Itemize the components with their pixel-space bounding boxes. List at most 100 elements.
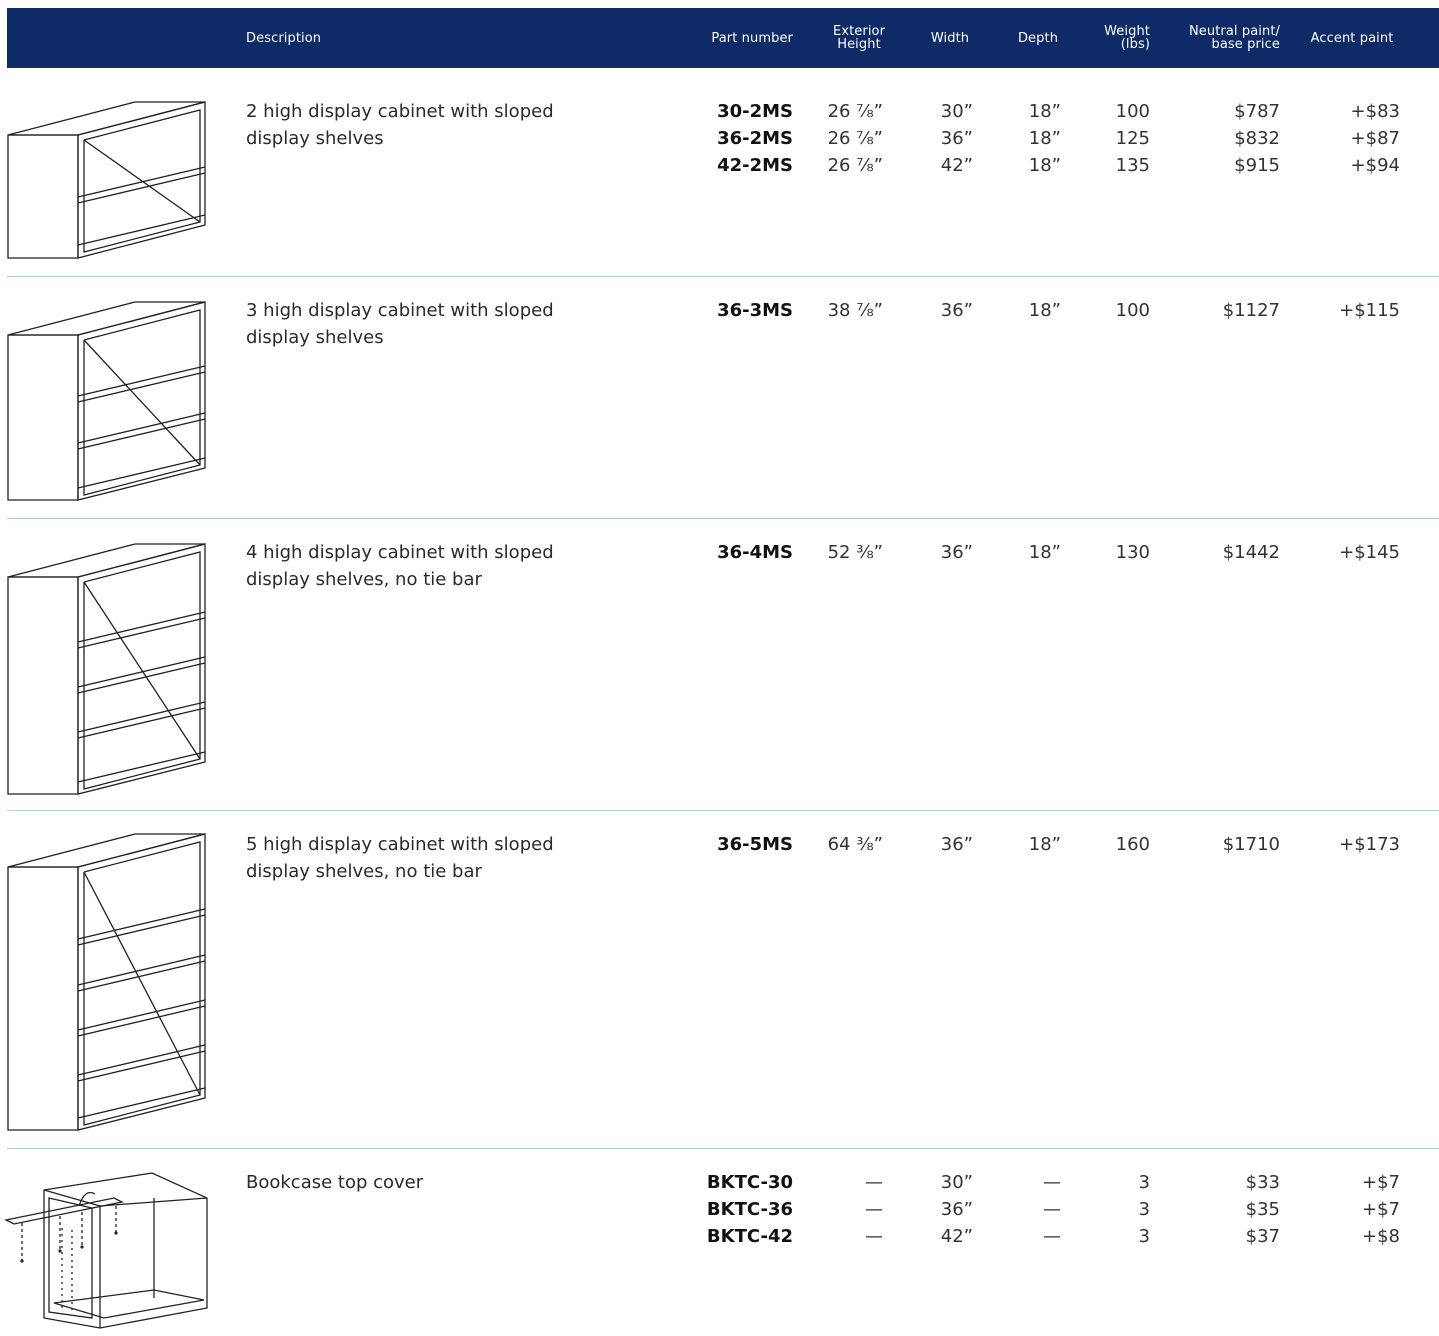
weight-value: 160 [1115, 834, 1150, 855]
row-divider [7, 276, 1439, 277]
accent-value: +$8 [1362, 1226, 1400, 1247]
depths: — — — [981, 1169, 1061, 1250]
accent-value: +$115 [1339, 300, 1400, 321]
width-value: 30” [940, 1172, 973, 1193]
part-number: BKTC-30 [706, 1172, 793, 1193]
header-depth: Depth [1017, 30, 1059, 46]
weight-value: 100 [1115, 300, 1150, 321]
height-value: 52 ⅜” [827, 542, 883, 563]
width-value: 36” [940, 542, 973, 563]
depths: 18” 18” 18” [981, 98, 1061, 179]
header-width: Width [930, 30, 970, 46]
prices: $33 $35 $37 [1160, 1169, 1280, 1250]
depth-value: 18” [1028, 834, 1061, 855]
widths: 30” 36” 42” [893, 98, 973, 179]
width-value: 36” [940, 300, 973, 321]
weight-value: 135 [1115, 155, 1150, 176]
weights: 100 125 135 [1070, 98, 1150, 179]
weight-value: 130 [1115, 542, 1150, 563]
accent-value: +$173 [1339, 834, 1400, 855]
part-number: 30-2MS [717, 101, 793, 122]
accent-value: +$7 [1362, 1199, 1400, 1220]
depth-value: — [1043, 1226, 1061, 1247]
accents: +$7 +$7 +$8 [1300, 1169, 1400, 1250]
header-exterior-height: Exterior Height [832, 24, 886, 52]
depths: 18” [981, 831, 1061, 858]
price-value: $33 [1245, 1172, 1280, 1193]
widths: 30” 36” 42” [893, 1169, 973, 1250]
price-value: $832 [1234, 128, 1280, 149]
depth-value: 18” [1028, 300, 1061, 321]
heights: 52 ⅜” [793, 539, 883, 566]
part-numbers: 30-2MS 36-2MS 42-2MS [673, 98, 793, 179]
accents: +$173 [1300, 831, 1400, 858]
depth-value: — [1043, 1199, 1061, 1220]
widths: 36” [893, 831, 973, 858]
height-value: 38 ⅞” [827, 300, 883, 321]
header-description: Description [246, 30, 322, 46]
height-value: 26 ⅞” [827, 128, 883, 149]
bookcase-top-cover-icon [4, 1168, 210, 1332]
part-number: 36-5MS [717, 834, 793, 855]
part-number: BKTC-42 [706, 1226, 793, 1247]
part-number: 36-3MS [717, 300, 793, 321]
accents: +$115 [1300, 297, 1400, 324]
width-value: 42” [940, 155, 973, 176]
price-value: $1710 [1222, 834, 1280, 855]
part-numbers: 36-5MS [673, 831, 793, 858]
height-value: — [865, 1172, 883, 1193]
row-divider [7, 810, 1439, 811]
weight-value: 3 [1138, 1172, 1150, 1193]
height-value: — [865, 1226, 883, 1247]
width-value: 36” [940, 834, 973, 855]
price-value: $37 [1245, 1226, 1280, 1247]
weights: 160 [1070, 831, 1150, 858]
row-description: 5 high display cabinet with sloped displ… [246, 834, 554, 882]
price-value: $915 [1234, 155, 1280, 176]
height-value: 26 ⅞” [827, 155, 883, 176]
prices: $1127 [1160, 297, 1280, 324]
weights: 130 [1070, 539, 1150, 566]
accent-value: +$145 [1339, 542, 1400, 563]
width-value: 42” [940, 1226, 973, 1247]
price-value: $787 [1234, 101, 1280, 122]
depth-value: 18” [1028, 155, 1061, 176]
width-value: 36” [940, 1199, 973, 1220]
header-part-number: Part number [711, 30, 793, 46]
accent-value: +$94 [1350, 155, 1400, 176]
row-description: 2 high display cabinet with sloped displ… [246, 101, 554, 149]
weight-value: 100 [1115, 101, 1150, 122]
weight-value: 3 [1138, 1226, 1150, 1247]
depths: 18” [981, 539, 1061, 566]
header-accent-paint: Accent paint [1310, 30, 1394, 46]
prices: $1442 [1160, 539, 1280, 566]
heights: 38 ⅞” [793, 297, 883, 324]
height-value: 26 ⅞” [827, 101, 883, 122]
weights: 100 [1070, 297, 1150, 324]
row-divider [7, 1148, 1439, 1149]
height-value: — [865, 1199, 883, 1220]
row-divider [7, 518, 1439, 519]
accents: +$145 [1300, 539, 1400, 566]
accents: +$83 +$87 +$94 [1300, 98, 1400, 179]
part-number: 36-2MS [717, 128, 793, 149]
price-value: $1442 [1222, 542, 1280, 563]
width-value: 36” [940, 128, 973, 149]
part-number: BKTC-36 [706, 1199, 793, 1220]
4-shelf-display-cabinet-icon [6, 542, 206, 798]
heights: 64 ⅜” [793, 831, 883, 858]
price-value: $35 [1245, 1199, 1280, 1220]
accent-value: +$87 [1350, 128, 1400, 149]
weight-value: 3 [1138, 1199, 1150, 1220]
height-value: 64 ⅜” [827, 834, 883, 855]
heights: — — — [793, 1169, 883, 1250]
part-numbers: 36-3MS [673, 297, 793, 324]
heights: 26 ⅞” 26 ⅞” 26 ⅞” [793, 98, 883, 179]
accent-value: +$7 [1362, 1172, 1400, 1193]
widths: 36” [893, 539, 973, 566]
3-shelf-display-cabinet-icon [6, 300, 206, 504]
depth-value: 18” [1028, 128, 1061, 149]
part-numbers: BKTC-30 BKTC-36 BKTC-42 [673, 1169, 793, 1250]
row-description: Bookcase top cover [246, 1172, 424, 1193]
weights: 3 3 3 [1070, 1169, 1150, 1250]
